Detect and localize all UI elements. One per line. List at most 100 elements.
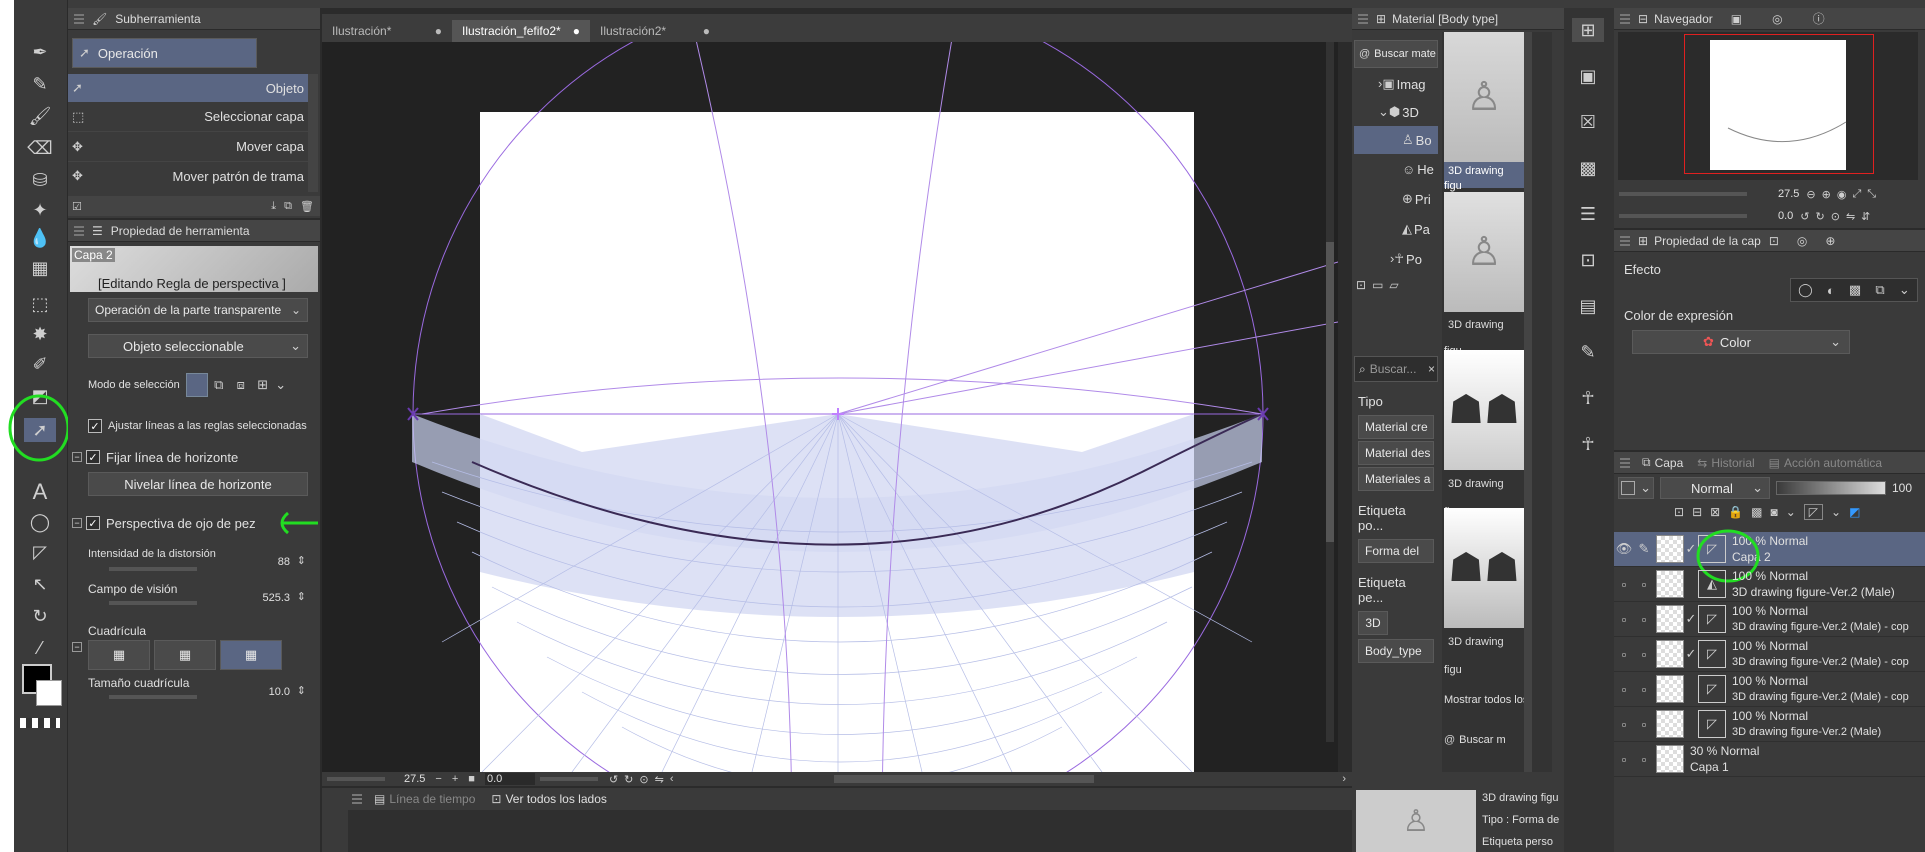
- tag-item[interactable]: 3D: [1358, 611, 1388, 635]
- flip-icon[interactable]: ⇋: [655, 773, 664, 786]
- extract-line-icon[interactable]: ◐: [1827, 283, 1835, 298]
- fix-horizon-checkbox[interactable]: ✓: [86, 450, 100, 464]
- tree-item[interactable]: ⊕ Pri: [1352, 184, 1440, 214]
- lock-icon[interactable]: 🔒: [1728, 505, 1743, 519]
- selection-mode-add-icon[interactable]: ⧉: [208, 377, 230, 393]
- all-sides-tab[interactable]: Ver todos los lados: [505, 792, 606, 806]
- dock-folder-icon[interactable]: ▤: [1572, 294, 1604, 318]
- mask-icon[interactable]: ◙: [1770, 505, 1777, 519]
- timeline-tab[interactable]: Línea de tiempo: [389, 792, 475, 806]
- draft-icon[interactable]: ⊠: [1710, 505, 1720, 519]
- canvas-viewport[interactable]: [322, 42, 1338, 772]
- dock-resize-icon[interactable]: ⊡: [1572, 248, 1604, 272]
- download-icon[interactable]: ⤓: [271, 200, 276, 213]
- edit-box-icon[interactable]: ▫: [1634, 577, 1654, 592]
- border-effect-icon[interactable]: ◯: [1798, 282, 1813, 298]
- dock-close-icon[interactable]: ☒: [1572, 110, 1604, 134]
- zoom-out-icon[interactable]: ⊖: [1806, 188, 1815, 201]
- zoom-value[interactable]: 27.5: [404, 773, 425, 785]
- collapse-icon[interactable]: −: [72, 642, 82, 652]
- tone-effect-icon[interactable]: ▩: [1849, 282, 1861, 298]
- correct-line-tool-icon[interactable]: ↖: [24, 572, 56, 596]
- subtool-item-move-layer[interactable]: ✥ Mover capa: [68, 132, 308, 162]
- grid-size-value[interactable]: 10.0: [269, 686, 290, 698]
- spinner-icon[interactable]: ⇕: [297, 554, 306, 567]
- fix-horizon-row[interactable]: − ✓ Fijar línea de horizonte: [72, 446, 238, 468]
- spinner-icon[interactable]: ⇕: [297, 590, 306, 603]
- grid-yz-button[interactable]: ▦: [154, 640, 216, 670]
- reference-icon[interactable]: ⊟: [1692, 505, 1702, 519]
- tab-icon[interactable]: ◎: [1797, 234, 1807, 248]
- canvas-scrollbar-h[interactable]: [833, 775, 1094, 783]
- actual-size-icon[interactable]: ◉: [1837, 188, 1847, 201]
- auto-select-tool-icon[interactable]: ✸: [24, 322, 56, 346]
- view-icon[interactable]: ◎: [1772, 12, 1782, 26]
- zoom-out-icon[interactable]: −: [435, 773, 441, 785]
- expression-color-dropdown[interactable]: ✿ Color ⌄: [1632, 330, 1850, 354]
- sub-color-swatch[interactable]: [36, 680, 62, 706]
- figure-tool-icon[interactable]: ▦: [24, 256, 56, 280]
- selection-mode-subtract-icon[interactable]: ⧈: [230, 377, 252, 393]
- angle-value[interactable]: 0.0: [484, 773, 535, 785]
- type-tag[interactable]: Material cre: [1358, 415, 1434, 439]
- layer-row[interactable]: ▫ ▫ ◸ 100 % Normal 3D drawing figure-Ver…: [1614, 672, 1925, 707]
- layer-row[interactable]: ▫ ▫ ✓ ◸ 100 % Normal 3D drawing figure-V…: [1614, 602, 1925, 637]
- edit-target-icon[interactable]: ✎: [1634, 541, 1654, 557]
- flip-h-icon[interactable]: ⇋: [1846, 210, 1855, 223]
- text-tool-icon[interactable]: A: [24, 479, 56, 504]
- eye-icon[interactable]: 👁: [1614, 541, 1634, 557]
- history-tab[interactable]: Historial: [1711, 456, 1754, 470]
- layer-row[interactable]: ▫ ▫ 30 % Normal Capa 1: [1614, 742, 1925, 777]
- subtool-item-select-layer[interactable]: ⬚ Seleccionar capa: [68, 102, 308, 132]
- marquee-tool-icon[interactable]: ⬚: [24, 292, 56, 316]
- balloon-tool-icon[interactable]: ◯: [24, 510, 56, 534]
- dock-edit-icon[interactable]: ✎: [1572, 340, 1604, 364]
- transparent-color-swatch[interactable]: [20, 718, 60, 728]
- scroll-left-icon[interactable]: ‹: [670, 773, 674, 785]
- visibility-box-icon[interactable]: ▫: [1614, 577, 1634, 592]
- visibility-box-icon[interactable]: ▫: [1614, 752, 1634, 767]
- angle-slider[interactable]: [538, 776, 599, 782]
- tree-item-selected[interactable]: ♙ Bo: [1354, 126, 1438, 154]
- chevron-down-icon[interactable]: ⌄: [1899, 282, 1910, 298]
- zoom-in-icon[interactable]: ⊕: [1822, 188, 1831, 201]
- visibility-box-icon[interactable]: ▫: [1614, 612, 1634, 627]
- level-horizon-button[interactable]: Nivelar línea de horizonte: [88, 472, 308, 496]
- tab-icon[interactable]: ⊕: [1825, 234, 1835, 248]
- edit-box-icon[interactable]: ▫: [1634, 647, 1654, 662]
- material-thumbnail[interactable]: ☗☗ 3D drawing figu: [1444, 350, 1524, 518]
- move-tool-icon[interactable]: ↻: [24, 604, 56, 628]
- layer-color-swatch[interactable]: ⌄: [1618, 477, 1654, 499]
- show-all-label[interactable]: Mostrar todos los: [1444, 694, 1528, 706]
- distortion-value[interactable]: 88: [278, 556, 290, 568]
- folder-icon[interactable]: ▭: [1372, 278, 1383, 292]
- edit-box-icon[interactable]: ▫: [1634, 682, 1654, 697]
- fisheye-checkbox[interactable]: ✓: [86, 516, 100, 530]
- material-thumbnail[interactable]: ♙ 3D drawing figu: [1444, 32, 1524, 192]
- selection-mode-new-icon[interactable]: [185, 373, 208, 397]
- chevron-down-icon[interactable]: ⌄: [274, 377, 288, 393]
- subtool-settings-icon[interactable]: ☑: [72, 200, 82, 213]
- visibility-box-icon[interactable]: ▫: [1614, 717, 1634, 732]
- subtool-item-move-tone[interactable]: ✥ Mover patrón de trama: [68, 162, 308, 190]
- layer-color-icon[interactable]: ⧉: [1875, 282, 1884, 298]
- navigator-viewport-frame[interactable]: [1684, 34, 1874, 174]
- opacity-value[interactable]: 100: [1892, 481, 1912, 495]
- visibility-box-icon[interactable]: ▫: [1614, 647, 1634, 662]
- selectable-object-dropdown[interactable]: Objeto seleccionable ⌄: [88, 334, 308, 358]
- fov-slider[interactable]: [108, 600, 198, 606]
- tab-icon[interactable]: ⊡: [1769, 234, 1779, 248]
- pencil-tool-icon[interactable]: ✎: [24, 72, 56, 96]
- brush-tool-icon[interactable]: 🖌: [24, 104, 56, 128]
- thumbnail-scrollbar[interactable]: [1524, 32, 1532, 772]
- edit-box-icon[interactable]: ▫: [1634, 612, 1654, 627]
- clip-icon[interactable]: ⊡: [1674, 505, 1684, 519]
- layer-row[interactable]: ▫ ▫ ✓ ◸ 100 % Normal 3D drawing figure-V…: [1614, 637, 1925, 672]
- canvas-tab[interactable]: Ilustración2* ●: [590, 20, 720, 42]
- edit-folder-icon[interactable]: ▱: [1389, 278, 1398, 292]
- fit-window-icon[interactable]: ⤢: [1852, 188, 1861, 201]
- search-bottom-button[interactable]: @ Buscar m: [1444, 734, 1506, 746]
- rotate-left-icon[interactable]: ↺: [1800, 210, 1809, 223]
- fov-value[interactable]: 525.3: [262, 592, 290, 604]
- tree-item[interactable]: ☺ He: [1352, 154, 1440, 184]
